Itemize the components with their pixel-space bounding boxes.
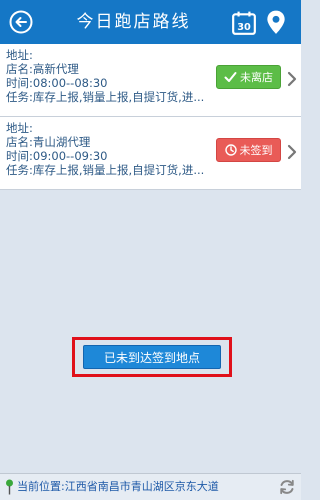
task-line: 任务:库存上报,销量上报,自提订货,进... <box>6 90 205 104</box>
task-line: 任务:库存上报,销量上报,自提订货,进... <box>6 163 205 177</box>
back-arrow-icon[interactable] <box>8 9 34 35</box>
status-badge[interactable]: 未离店 <box>216 65 281 89</box>
clock-icon <box>224 144 237 156</box>
store-route-list: 地址: 店名:高新代理 时间:08:00--08:30 任务:库存上报,销量上报… <box>0 44 301 190</box>
current-location: 当前位置:江西省南昌市青山湖区京东大道 <box>17 474 219 500</box>
calendar-day: 30 <box>237 22 251 33</box>
status-badge[interactable]: 未签到 <box>216 138 281 162</box>
location-value: 江西省南昌市青山湖区京东大道 <box>64 480 219 493</box>
status-label: 未离店 <box>240 71 273 84</box>
store-card[interactable]: 地址: 店名:青山湖代理 时间:09:00--09:30 任务:库存上报,销量上… <box>0 117 301 190</box>
location-label: 当前位置: <box>17 480 65 493</box>
address-line: 地址: <box>6 121 33 135</box>
status-label: 未签到 <box>239 144 273 157</box>
page-title: 今日跑店路线 <box>76 12 191 32</box>
calendar-icon[interactable]: 30 <box>231 10 257 36</box>
address-line: 地址: <box>6 48 33 62</box>
chevron-right-icon <box>287 71 297 87</box>
arrived-checkin-button[interactable]: 已未到达签到地点 <box>83 345 221 369</box>
chevron-right-icon <box>287 144 297 160</box>
store-card[interactable]: 地址: 店名:高新代理 时间:08:00--08:30 任务:库存上报,销量上报… <box>0 44 301 117</box>
location-bar: 当前位置:江西省南昌市青山湖区京东大道 <box>0 473 301 500</box>
location-pin-icon <box>6 479 13 495</box>
map-pin-icon[interactable] <box>263 9 289 35</box>
check-icon <box>224 72 237 82</box>
app-header: 今日跑店路线 30 <box>0 0 301 44</box>
highlight-box: 已未到达签到地点 <box>72 337 232 377</box>
refresh-icon[interactable] <box>278 478 296 496</box>
